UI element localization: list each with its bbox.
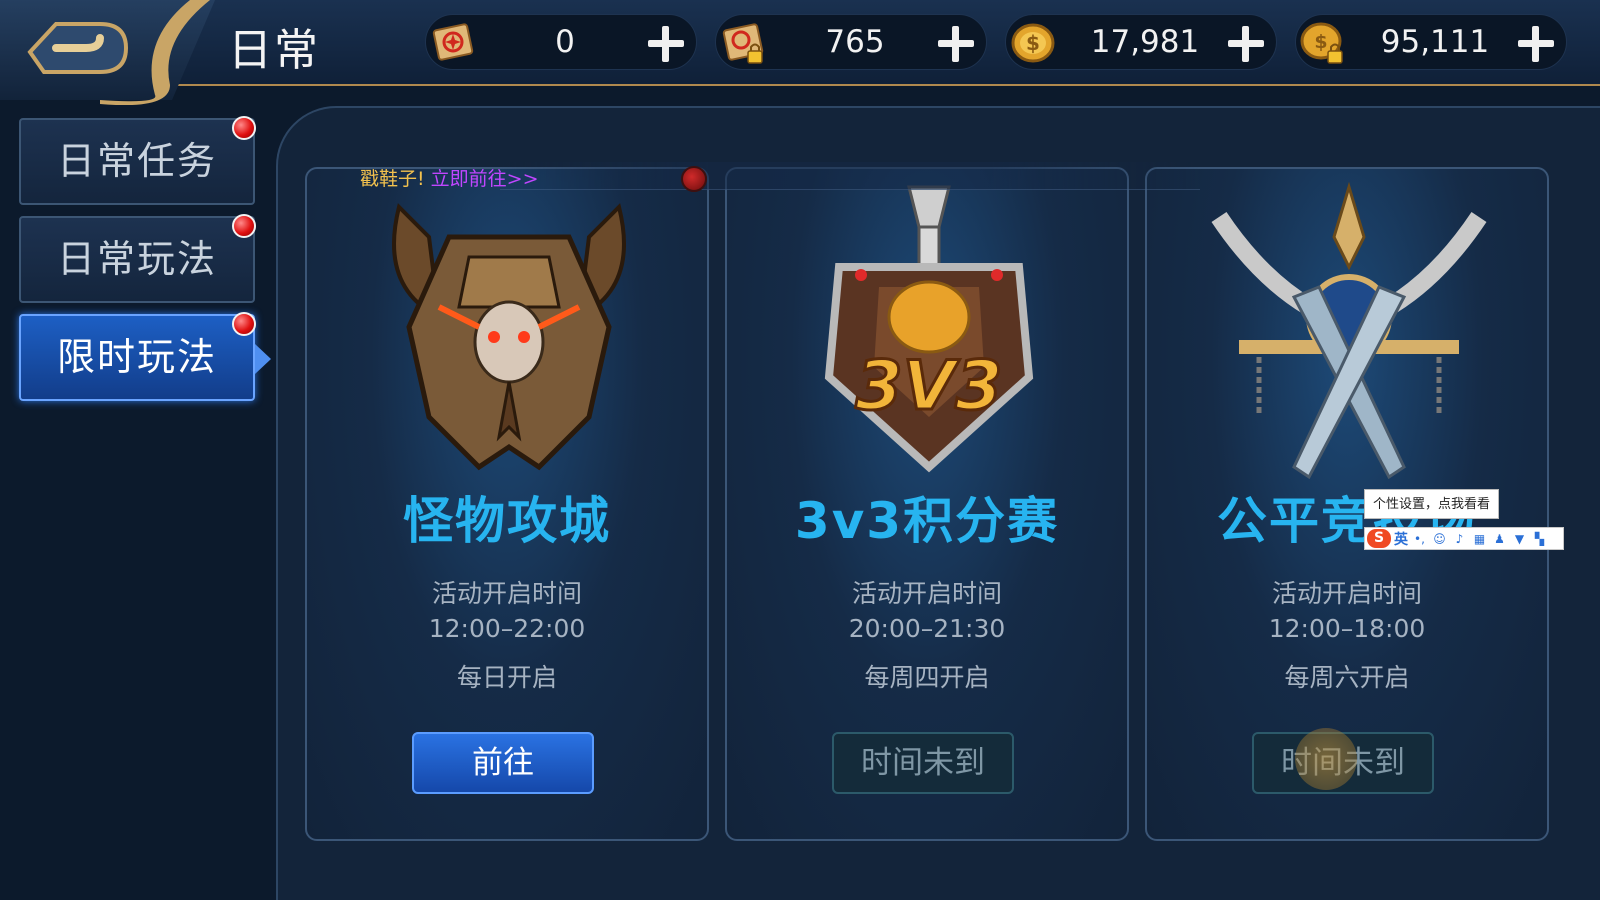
card-time-range: 12:00–18:00	[1268, 614, 1426, 643]
resource-gold: $ 17,981	[1005, 14, 1277, 70]
announcement-text: 戳鞋子!	[360, 168, 425, 190]
sidebar-item-daily-tasks[interactable]: 日常任务	[19, 118, 255, 205]
notification-badge	[232, 116, 256, 140]
resource-value: 17,981	[1090, 24, 1200, 60]
announcement-ticker[interactable]: 戳鞋子! 立即前往>>	[360, 164, 705, 192]
card-schedule: 每周六开启	[1284, 663, 1410, 692]
skin-icon[interactable]: ▼	[1511, 530, 1528, 547]
card-time-range: 20:00–21:30	[848, 614, 1006, 643]
add-resource-button[interactable]	[644, 21, 688, 65]
ime-tooltip: 个性设置，点我看看	[1364, 489, 1500, 519]
3v3-shield-emblem-icon: 3V3	[824, 185, 1034, 473]
punctuation-icon[interactable]: •,	[1411, 530, 1428, 547]
sidebar-item-daily-play[interactable]: 日常玩法	[19, 216, 255, 303]
notification-badge	[232, 312, 256, 336]
page-title: 日常	[228, 25, 320, 76]
user-icon[interactable]: ♟	[1491, 530, 1508, 547]
sidebar-item-label: 日常任务	[56, 139, 217, 183]
notification-badge	[232, 214, 256, 238]
sidebar-item-limited-play[interactable]: 限时玩法	[19, 314, 271, 401]
card-time-label: 活动开启时间	[851, 579, 1002, 608]
activity-card-monster-siege: 怪物攻城 活动开启时间 12:00–22:00 每日开启 前往	[305, 167, 709, 841]
announcement-link[interactable]: 立即前往>>	[431, 168, 539, 190]
card-schedule: 每日开启	[456, 663, 557, 692]
resource-value: 765	[825, 24, 885, 60]
svg-text:$: $	[1026, 31, 1040, 55]
ime-language-toggle[interactable]: 英	[1394, 529, 1408, 549]
crossed-swords-emblem-icon	[1211, 181, 1487, 480]
locked-coin-icon: $	[1300, 22, 1343, 64]
ime-toolbar: S 英 •, ☺ ♪ ▦ ♟ ▼ ▚	[1364, 527, 1564, 550]
resource-scroll: 0	[425, 14, 697, 70]
add-resource-button[interactable]	[1224, 21, 1268, 65]
add-resource-button[interactable]	[1514, 21, 1558, 65]
add-resource-button[interactable]	[934, 21, 978, 65]
sidebar-item-label: 日常玩法	[56, 237, 217, 281]
not-yet-button[interactable]: 时间未到	[832, 732, 1014, 794]
svg-text:$: $	[1314, 31, 1327, 53]
scroll-icon	[432, 23, 474, 61]
card-time-range: 12:00–22:00	[428, 614, 586, 643]
resource-value: 0	[555, 24, 575, 60]
gold-swoosh-decoration	[100, 0, 210, 105]
go-button[interactable]: 前往	[412, 732, 594, 794]
toolbox-icon[interactable]: ▚	[1531, 530, 1548, 547]
gold-coin-icon: $	[1011, 23, 1055, 63]
touch-indicator	[1295, 728, 1357, 790]
sidebar-item-label: 限时玩法	[56, 335, 217, 379]
card-title: 怪物攻城	[403, 492, 611, 550]
announcement-close-button[interactable]	[681, 166, 707, 192]
card-time-label: 活动开启时间	[431, 579, 582, 608]
locked-scroll-icon	[722, 23, 764, 64]
resource-locked-scroll: 765	[715, 14, 987, 70]
resource-value: 95,111	[1380, 24, 1490, 60]
sogou-logo-icon[interactable]: S	[1367, 529, 1391, 548]
activity-card-3v3: 3V3 3v3积分赛 活动开启时间 20:00–21:30 每周四开启 时间未到	[725, 167, 1129, 841]
horned-helmet-emblem-icon	[392, 203, 626, 471]
svg-text:3V3: 3V3	[855, 347, 1002, 426]
card-time-label: 活动开启时间	[1271, 579, 1422, 608]
keyboard-icon[interactable]: ▦	[1471, 530, 1488, 547]
card-title: 3v3积分赛	[794, 492, 1060, 550]
resource-locked-gold: $ 95,111	[1295, 14, 1567, 70]
card-schedule: 每周四开启	[864, 663, 990, 692]
emoji-icon[interactable]: ☺	[1431, 530, 1448, 547]
top-bar: 日常 0 765 $ 17,981 $ 95,111	[0, 0, 1600, 105]
microphone-icon[interactable]: ♪	[1451, 530, 1468, 547]
